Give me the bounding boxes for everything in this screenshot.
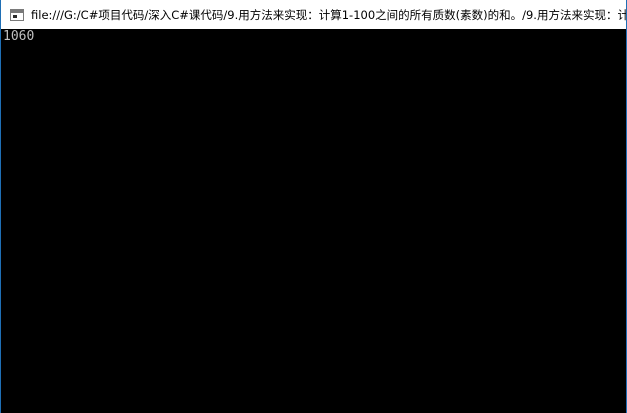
console-app-icon[interactable] [10,8,24,21]
console-output-line: 1060 [3,29,35,44]
window-title: file:///G:/C#项目代码/深入C#课代码/9.用方法来实现：计算1-1… [31,7,626,22]
console-output-area[interactable]: 1060 [1,29,626,413]
title-bar[interactable]: file:///G:/C#项目代码/深入C#课代码/9.用方法来实现：计算1-1… [1,0,626,29]
console-window: file:///G:/C#项目代码/深入C#课代码/9.用方法来实现：计算1-1… [0,0,627,413]
